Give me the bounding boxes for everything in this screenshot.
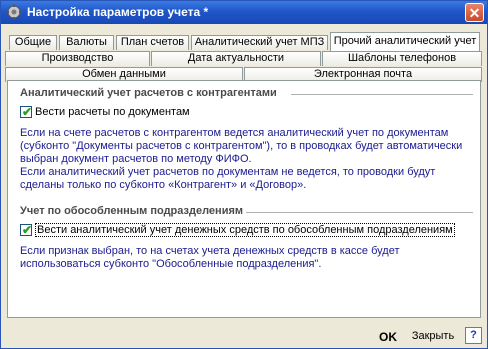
checkmark-icon: ✔: [21, 223, 33, 238]
checkbox-box[interactable]: ✔: [20, 223, 33, 238]
description-subdivisions: Если признак выбран, то на счетах учета …: [20, 245, 472, 271]
description-counterparties: Если на счете расчетов с контрагентом ве…: [20, 127, 472, 192]
settings-window: Настройка параметров учета * ✕ Общие Вал…: [0, 0, 488, 349]
section-title-counterparties: Аналитический учет расчетов с контрагент…: [20, 87, 277, 99]
help-button[interactable]: ?: [465, 327, 482, 344]
tab-chart-of-accounts[interactable]: План счетов: [116, 35, 189, 50]
tab-currencies[interactable]: Валюты: [59, 35, 114, 50]
close-icon[interactable]: ✕: [465, 3, 484, 22]
section-title-subdivisions: Учет по обособленным подразделениям: [20, 205, 244, 217]
description-line: сделаны только по субконто «Контрагент» …: [20, 179, 307, 191]
tab-panel: Аналитический учет расчетов с контрагент…: [7, 80, 481, 318]
section-divider: [291, 94, 473, 95]
tab-production[interactable]: Производство: [5, 51, 150, 66]
tab-other-analytics[interactable]: Прочий аналитический учет: [330, 32, 480, 51]
tab-phone-templates[interactable]: Шаблоны телефонов: [322, 51, 482, 66]
checkmark-icon: ✔: [21, 105, 33, 120]
checkbox-settlements-by-documents[interactable]: ✔ Вести расчеты по документам: [20, 105, 190, 120]
ok-button[interactable]: OK: [379, 330, 397, 344]
description-line: Если на счете расчетов с контрагентом ве…: [20, 127, 449, 139]
description-line: использоваться субконто "Обособленные по…: [20, 258, 322, 270]
description-line: Если признак выбран, то на счетах учета …: [20, 245, 400, 257]
checkbox-box[interactable]: ✔: [20, 105, 33, 120]
checkbox-label: Вести расчеты по документам: [35, 106, 190, 119]
description-line: выбран документ расчетов по методу ФИФО.: [20, 153, 252, 165]
section-divider: [246, 212, 473, 213]
checkbox-cash-by-subdivisions[interactable]: ✔ Вести аналитический учет денежных средс…: [20, 223, 455, 238]
description-line: (субконто "Документы расчетов с контраге…: [20, 140, 463, 152]
tab-mpz-analytics[interactable]: Аналитический учет МПЗ: [191, 35, 328, 50]
checkbox-label: Вести аналитический учет денежных средст…: [35, 223, 455, 238]
gear-icon: [6, 4, 22, 20]
tab-general[interactable]: Общие: [9, 35, 57, 50]
tab-actuality-date[interactable]: Дата актуальности: [151, 51, 321, 66]
close-button[interactable]: Закрыть: [407, 326, 459, 346]
description-line: Если аналитический учет расчетов по доку…: [20, 166, 436, 178]
title-bar[interactable]: Настройка параметров учета * ✕: [1, 1, 487, 24]
window-title: Настройка параметров учета *: [27, 5, 209, 19]
